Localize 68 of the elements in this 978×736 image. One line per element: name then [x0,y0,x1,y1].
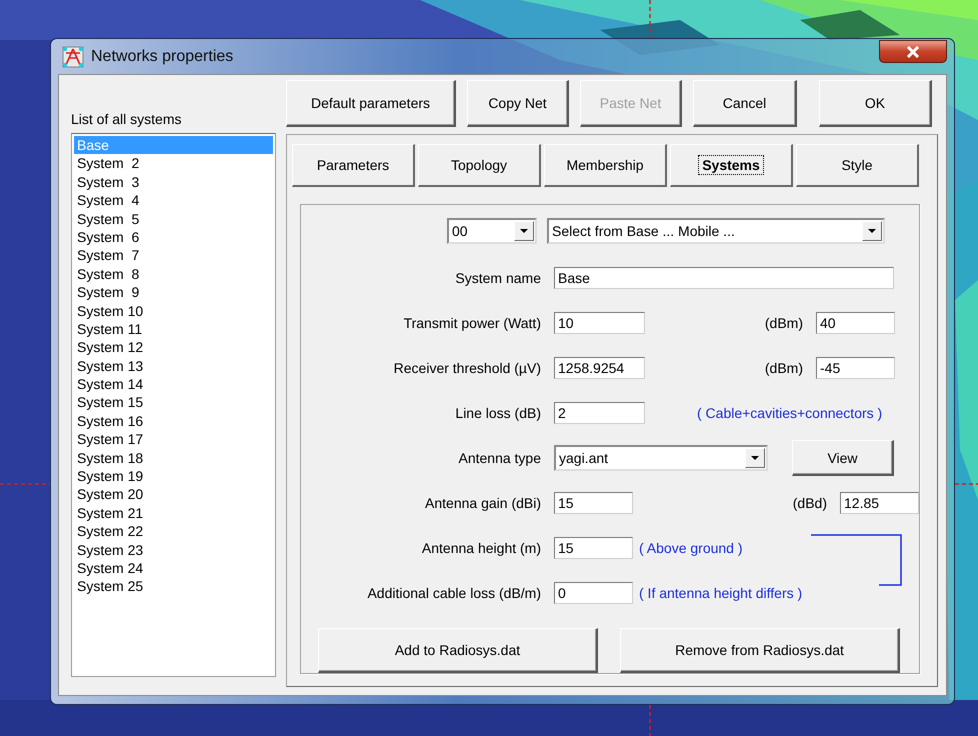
list-item[interactable]: System 7 [74,246,273,265]
list-item[interactable]: System 4 [74,191,273,210]
code-dropdown[interactable]: 00 [447,218,537,244]
list-item[interactable]: System 9 [74,283,273,302]
input-field[interactable]: 12.85 [840,492,919,514]
close-button[interactable] [879,40,947,63]
field-label: Antenna gain (dBi) [424,495,541,511]
list-item[interactable]: System 13 [74,356,273,376]
unit-label: (dBm) [764,360,803,376]
input-field[interactable]: 1258.9254 [554,357,645,379]
action-button[interactable]: Remove from Radiosys.dat [620,628,900,673]
list-item[interactable]: System 16 [74,412,273,430]
list-item[interactable]: System 17 [74,430,273,449]
list-item[interactable]: System 15 [74,393,273,412]
list-item[interactable]: System 6 [74,228,273,246]
list-item[interactable]: System 12 [74,338,273,357]
field-label: System name [454,270,541,286]
list-item[interactable]: System 24 [74,558,273,578]
antenna-dropdown[interactable]: yagi.ant [554,445,768,471]
note-text: ( If antenna height differs ) [639,585,802,601]
toolbar-button[interactable]: OK [819,80,932,127]
toolbar-button[interactable]: Cancel [693,80,797,127]
note-text: ( Above ground ) [639,540,743,556]
field-label: Antenna type [457,450,541,466]
tab[interactable]: Membership [544,144,667,187]
source-dropdown[interactable]: Select from Base ... Mobile ... [547,218,885,244]
input-field[interactable]: Base [554,267,894,289]
list-item[interactable]: System 11 [74,320,273,338]
list-item[interactable]: System 20 [74,485,273,504]
list-item[interactable]: System 14 [74,375,273,394]
input-field[interactable]: 15 [554,492,633,514]
note-text: ( Cable+cavities+connectors ) [697,405,884,421]
field-label: Receiver threshold (µV) [392,360,541,376]
input-field[interactable]: 10 [554,312,645,334]
input-field[interactable]: 0 [554,582,633,604]
list-item[interactable]: System 19 [74,467,273,486]
field-label: Line loss (dB) [454,405,541,421]
toolbar-button[interactable]: Default parameters [286,80,456,127]
list-label: List of all systems [71,111,182,127]
input-field[interactable]: -45 [816,357,895,379]
field-label: Transmit power (Watt) [402,315,541,331]
network-icon [61,44,85,68]
input-field[interactable]: 15 [554,537,633,559]
list-item[interactable]: System 5 [74,210,273,228]
tab[interactable]: Parameters [292,144,415,187]
field-label: Additional cable loss (dB/m) [366,585,541,601]
input-field[interactable]: 40 [816,312,895,334]
list-item[interactable]: System 3 [74,172,273,192]
unit-label: (dBd) [792,495,827,511]
unit-label: (dBm) [764,315,803,331]
tab[interactable]: Systems [670,144,793,187]
tab[interactable]: Topology [418,144,541,187]
list-item[interactable]: System 8 [74,264,273,284]
list-item[interactable]: System 2 [74,154,273,173]
field-label: Antenna height (m) [420,540,541,556]
view-button[interactable]: View [792,440,894,476]
list-item[interactable]: System 10 [74,302,273,320]
action-button[interactable]: Add to Radiosys.dat [318,628,598,673]
tab[interactable]: Style [796,144,919,187]
close-icon [906,46,920,58]
list-item[interactable]: System 22 [74,522,273,541]
input-field[interactable]: 2 [554,402,645,424]
window-title: Networks properties [91,48,234,66]
list-item[interactable]: System 25 [74,577,273,596]
list-item[interactable]: System 18 [74,448,273,468]
list-item[interactable]: System 23 [74,540,273,559]
list-item[interactable]: System 21 [74,504,273,522]
toolbar-button[interactable]: Copy Net [467,80,569,127]
